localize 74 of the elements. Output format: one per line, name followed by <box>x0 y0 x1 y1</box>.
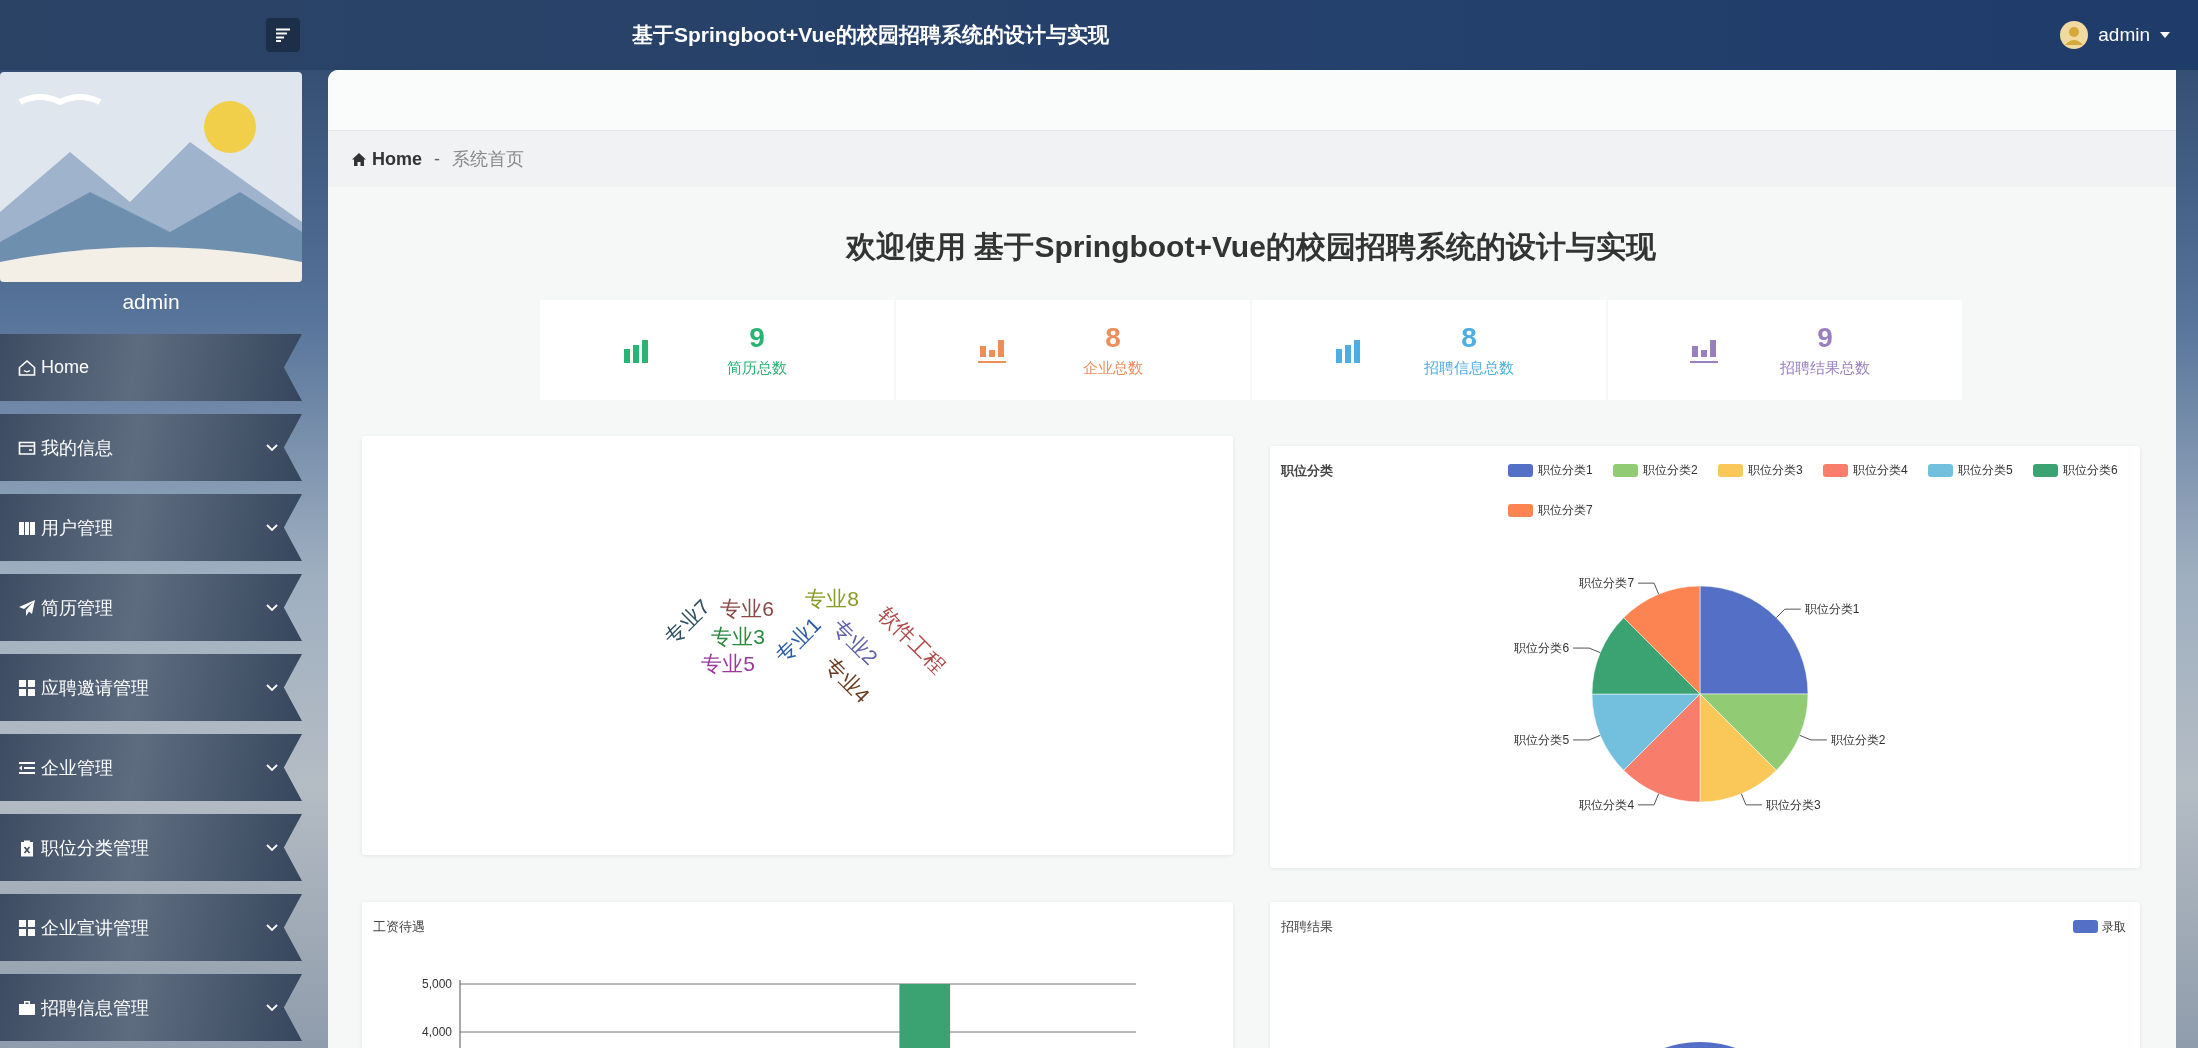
legend-label[interactable]: 职位分类6 <box>2063 463 2118 477</box>
word-cloud-word: 专业8 <box>805 586 859 610</box>
stat-label: 简历总数 <box>727 358 787 378</box>
legend-swatch[interactable] <box>1508 504 1533 517</box>
legend-label[interactable]: 职位分类2 <box>1643 463 1698 477</box>
pie-label: 职位分类2 <box>1830 732 1886 747</box>
home-icon <box>352 152 366 166</box>
breadcrumb-link[interactable]: Home <box>372 148 422 170</box>
legend-swatch[interactable] <box>1928 464 1953 477</box>
stat-value: 9 <box>1817 322 1833 353</box>
pie-label: 职位分类3 <box>1765 797 1821 812</box>
welcome-heading: 欢迎使用 基于Springboot+Vue的校园招聘系统的设计与实现 <box>844 229 1657 265</box>
grid-icon <box>17 917 37 938</box>
legend-label[interactable]: 职位分类4 <box>1853 463 1908 477</box>
home-icon <box>17 357 37 378</box>
pie-label: 职位分类7 <box>1579 576 1635 591</box>
word-cloud-word: 专业6 <box>720 596 774 620</box>
stat-value: 8 <box>1461 322 1477 353</box>
pie-label: 职位分类4 <box>1579 797 1635 812</box>
stat-label: 招聘结果总数 <box>1780 358 1870 378</box>
y-axis <box>459 979 461 1048</box>
chart-title: 职位分类 <box>1281 463 1333 478</box>
pie-label: 职位分类5 <box>1514 732 1570 747</box>
menu-icon <box>275 28 291 42</box>
user-menu[interactable]: admin <box>2060 21 2170 49</box>
legend-swatch[interactable] <box>1718 464 1743 477</box>
leader-line <box>1637 793 1660 806</box>
grid-icon <box>17 677 37 698</box>
breadcrumb-current: 系统首页 <box>452 148 524 171</box>
menu-item[interactable]: 应聘邀请管理 <box>0 654 302 721</box>
leader-line <box>1637 582 1660 595</box>
stat-value: 9 <box>749 322 765 353</box>
menu-item[interactable]: 企业管理 <box>0 734 302 801</box>
legend-swatch[interactable] <box>1508 464 1533 477</box>
stat-label: 企业总数 <box>1083 358 1143 378</box>
menu-item[interactable]: 招聘信息管理 <box>0 974 302 1041</box>
stat-value: 8 <box>1105 322 1121 353</box>
stat-label: 招聘信息总数 <box>1424 358 1514 378</box>
word-cloud-word: 专业3 <box>711 624 765 648</box>
breadcrumb-separator: - <box>434 148 440 170</box>
legend-swatch[interactable] <box>2033 464 2058 477</box>
legend-label[interactable]: 职位分类7 <box>1538 503 1593 517</box>
menu-item[interactable]: 企业宣讲管理 <box>0 894 302 961</box>
axis-tick-label: 5,000 <box>421 977 452 991</box>
leader-line <box>1572 734 1601 741</box>
leader-line <box>1775 608 1802 619</box>
username: admin <box>121 290 181 314</box>
chart-title: 招聘结果 <box>1281 919 1333 934</box>
legend-label[interactable]: 职位分类5 <box>1958 463 2013 477</box>
paper-plane-icon <box>17 597 37 618</box>
menu-item[interactable]: 职位分类管理 <box>0 814 302 881</box>
leader-line <box>1799 734 1828 741</box>
leader-line <box>1572 647 1601 654</box>
menu-item[interactable]: 我的信息 <box>0 414 302 481</box>
leader-line <box>1740 793 1763 806</box>
legend-swatch[interactable] <box>1823 464 1848 477</box>
pie-label: 职位分类1 <box>1804 602 1860 617</box>
bar <box>899 984 951 1048</box>
legend-label[interactable]: 职位分类1 <box>1538 463 1593 477</box>
legend-label[interactable]: 职位分类3 <box>1748 463 1803 477</box>
pie-label: 职位分类6 <box>1514 641 1570 656</box>
avatar-icon <box>2060 21 2089 49</box>
menu-item[interactable]: 简历管理 <box>0 574 302 641</box>
menu-item[interactable]: 用户管理 <box>0 494 302 561</box>
caret-icon <box>2160 32 2170 38</box>
chart-title: 工资待遇 <box>373 919 425 934</box>
menu-item[interactable]: Home <box>0 334 302 401</box>
menu-toggle-button[interactable] <box>266 18 300 52</box>
system-title: 基于Springboot+Vue的校园招聘系统的设计与实现 <box>632 22 1110 48</box>
legend-swatch[interactable] <box>2073 920 2098 933</box>
axis-tick-label: 4,000 <box>421 1025 452 1039</box>
word-cloud-word: 专业5 <box>701 651 755 675</box>
legend-swatch[interactable] <box>1613 464 1638 477</box>
legend-label[interactable]: 录取 <box>2102 920 2126 934</box>
